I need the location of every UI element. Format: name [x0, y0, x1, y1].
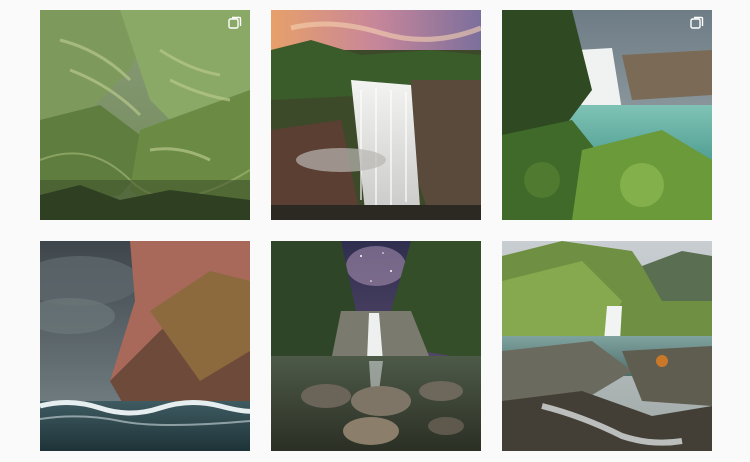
grid-post-turquoise-waterfall[interactable]: [502, 10, 712, 220]
post-photo: [271, 241, 481, 451]
grid-post-sea-cliff[interactable]: [40, 241, 250, 451]
grid-post-sunset-waterfall[interactable]: [271, 10, 481, 220]
grid-post-milky-way-waterfall[interactable]: [271, 241, 481, 451]
photo-grid: [0, 0, 750, 462]
post-photo: [502, 241, 712, 451]
post-photo: [271, 10, 481, 220]
grid-post-river-cascade[interactable]: [502, 241, 712, 451]
grid-post-terraced-valley[interactable]: [40, 10, 250, 220]
carousel-icon: [690, 16, 704, 29]
carousel-icon: [228, 16, 242, 29]
post-photo: [40, 10, 250, 220]
post-photo: [40, 241, 250, 451]
post-photo: [502, 10, 712, 220]
